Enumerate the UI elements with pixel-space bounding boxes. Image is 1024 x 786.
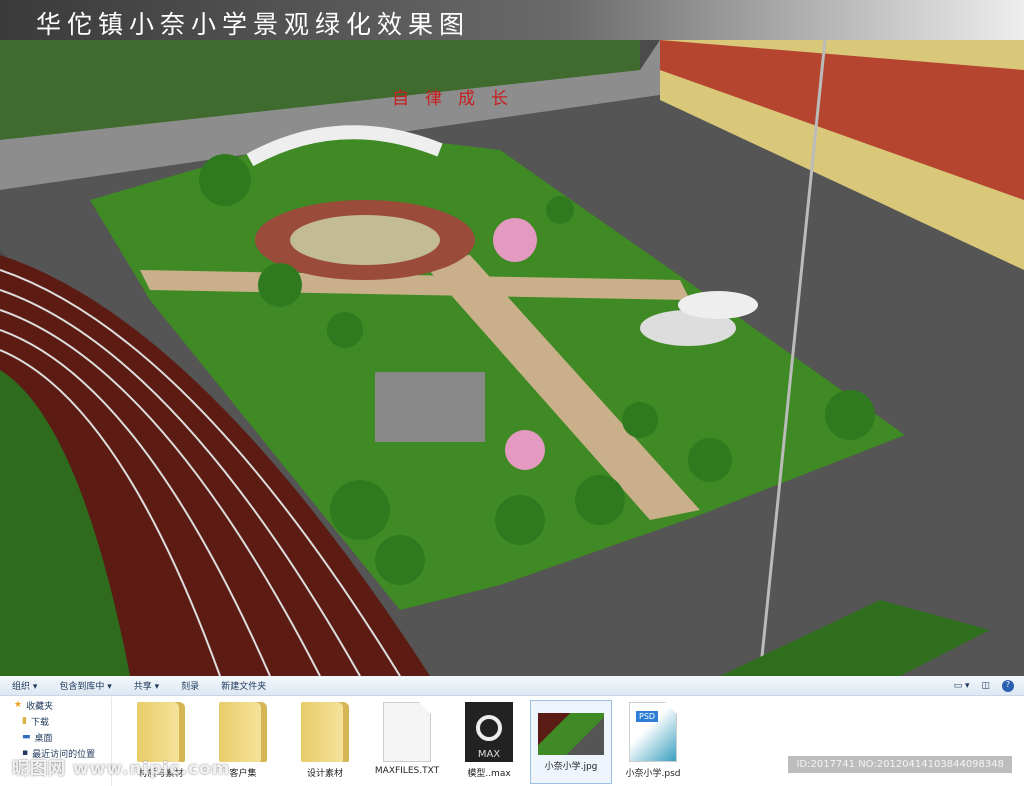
view-options-icon[interactable]: ▭ ▾ <box>954 681 970 691</box>
preview-pane-icon[interactable]: ◫ <box>981 681 990 691</box>
file-item[interactable]: PSD 小奈小学.psd <box>612 700 694 784</box>
watermark: 昵图网 www.nipic.com <box>12 759 231 779</box>
folder-icon <box>137 702 185 762</box>
star-icon: ★ <box>14 700 23 710</box>
share-button[interactable]: 共享 ▾ <box>134 679 159 692</box>
image-id-label: ID:2017741 NO:20120414103844098348 <box>788 756 1012 773</box>
file-item[interactable]: MAXFILES.TXT <box>366 700 448 784</box>
image-thumbnail <box>538 713 604 755</box>
file-item[interactable]: MAX 模型..max <box>448 700 530 784</box>
nav-downloads[interactable]: ▮ 下载 <box>0 713 111 729</box>
download-folder-icon: ▮ <box>22 716 27 726</box>
file-item[interactable]: 设计素材 <box>284 700 366 784</box>
psd-file-icon: PSD <box>629 702 677 762</box>
3dsmax-file-icon: MAX <box>465 702 513 762</box>
desktop-icon: ▬ <box>22 732 31 742</box>
explorer-toolbar: 组织 ▾ 包含到库中 ▾ 共享 ▾ 刻录 新建文件夹 ▭ ▾ ◫ ? <box>0 676 1024 696</box>
title-banner: 华佗镇小奈小学景观绿化效果图 <box>0 0 1024 40</box>
page-title: 华佗镇小奈小学景观绿化效果图 <box>36 10 471 39</box>
book-sculpture <box>375 372 485 442</box>
new-folder-button[interactable]: 新建文件夹 <box>221 679 266 692</box>
nav-desktop[interactable]: ▬ 桌面 <box>0 729 111 745</box>
nav-favorites[interactable]: ★ 收藏夹 <box>0 697 111 713</box>
burn-button[interactable]: 刻录 <box>181 679 199 692</box>
organize-button[interactable]: 组织 ▾ <box>12 679 37 692</box>
include-in-library-button[interactable]: 包含到库中 ▾ <box>59 679 111 692</box>
folder-icon <box>219 702 267 762</box>
text-file-icon <box>383 702 431 762</box>
help-icon[interactable]: ? <box>1002 679 1014 692</box>
wall-slogan: 自律成长 <box>392 89 524 109</box>
file-item-selected[interactable]: 小奈小学.jpg <box>530 700 612 784</box>
folder-icon <box>301 702 349 762</box>
